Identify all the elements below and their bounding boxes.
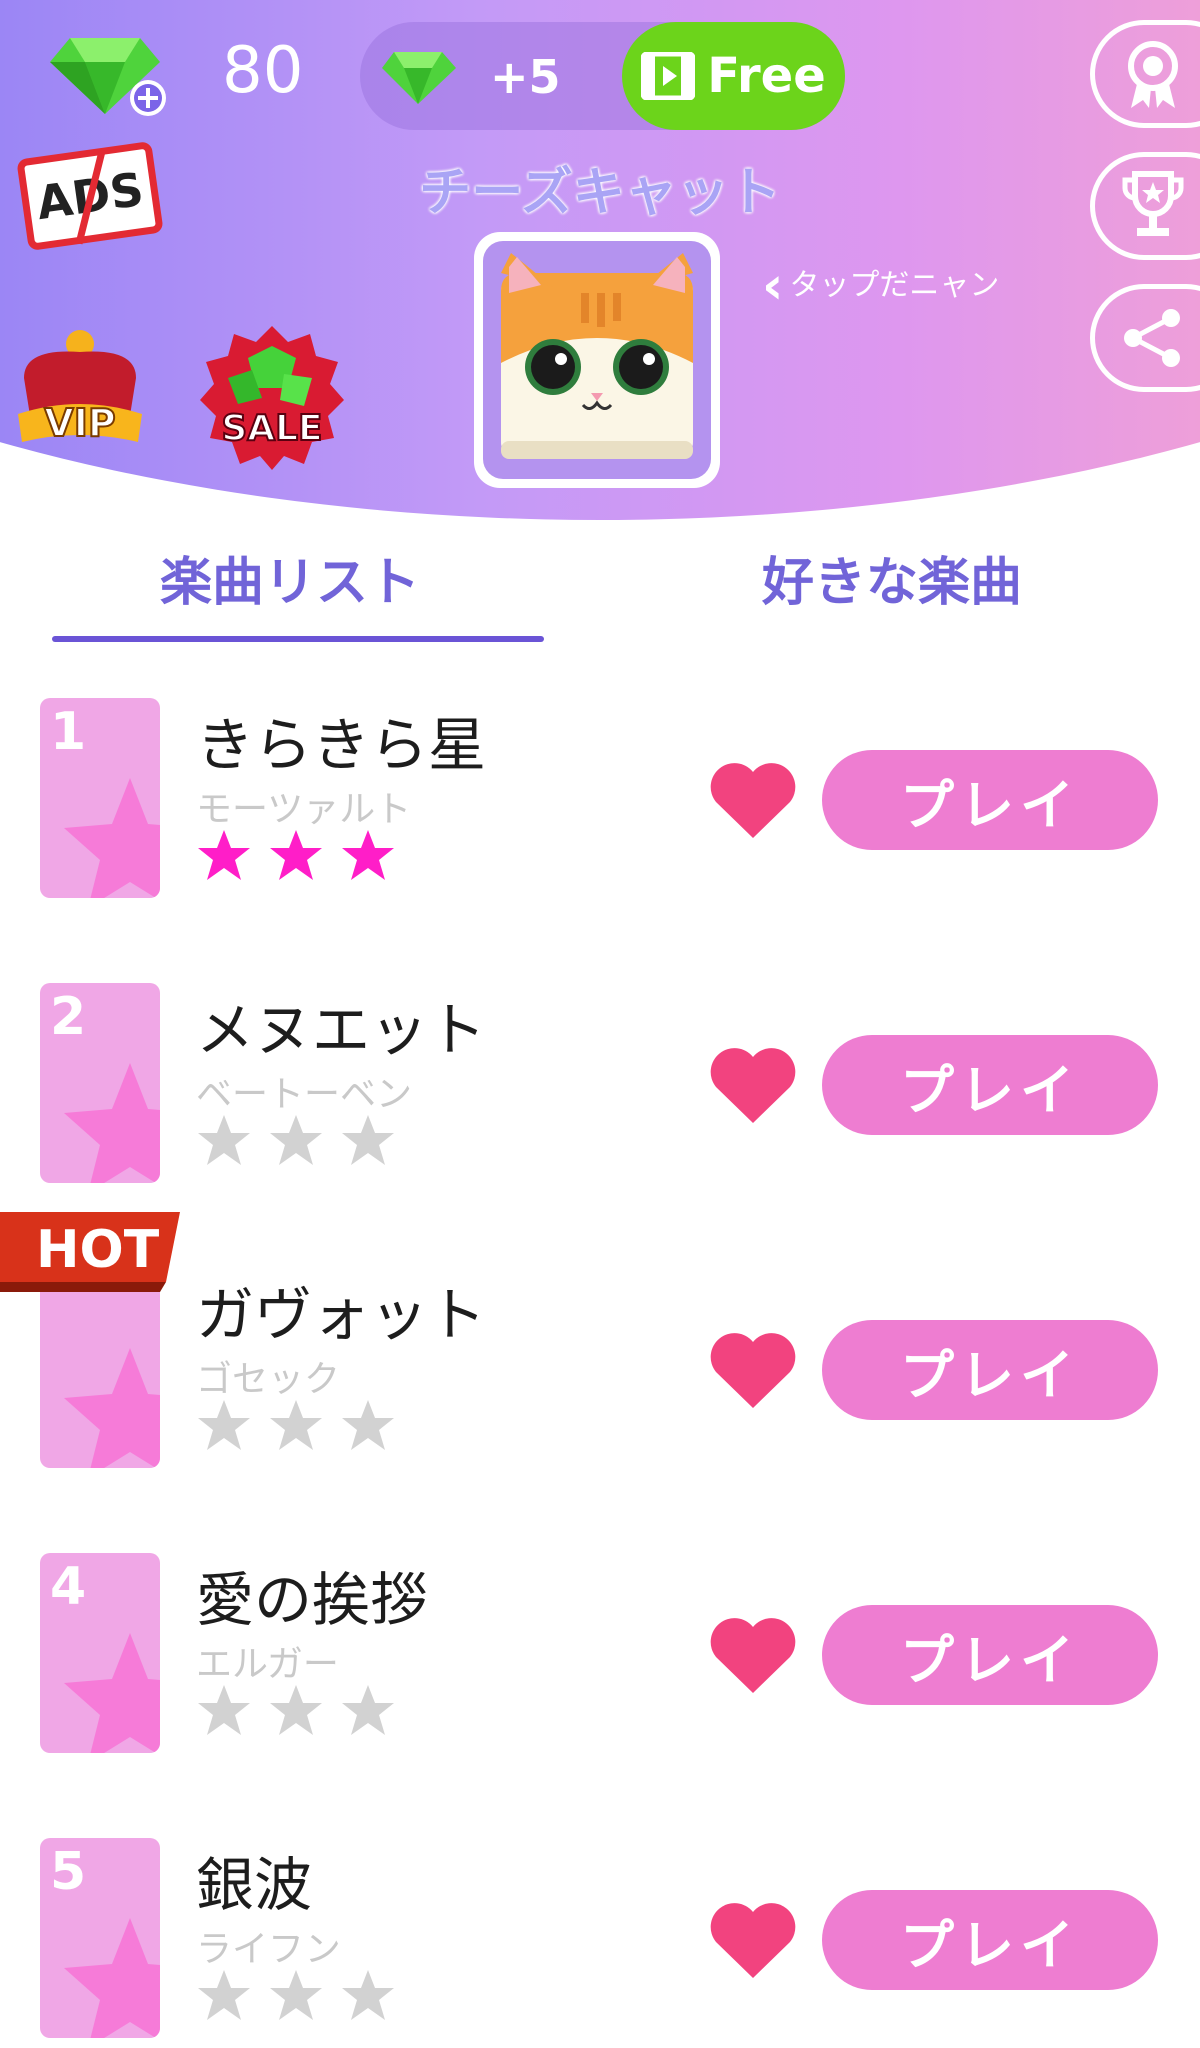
star-empty-icon (270, 1685, 322, 1735)
heart-icon[interactable] (708, 1330, 798, 1410)
medal-icon (1128, 41, 1178, 108)
star-empty-icon (270, 1400, 322, 1450)
avatar-frame (483, 241, 711, 479)
character-avatar-button[interactable] (474, 232, 720, 488)
tab-song-list[interactable]: 楽曲リスト (160, 540, 420, 615)
song-rating (196, 1683, 396, 1737)
vip-crown-icon: VIP (18, 330, 142, 446)
song-artist: ゴセック (196, 1359, 341, 1400)
star-empty-icon (198, 1970, 250, 2020)
song-title: メヌエット (196, 996, 487, 1064)
free-video-button[interactable]: Free (622, 22, 845, 130)
song-thumbnail[interactable]: 2 (40, 983, 160, 1183)
hot-badge: HOT (0, 1212, 180, 1292)
chevron-left-icon: ‹ (762, 256, 784, 316)
plus-icon (130, 80, 166, 116)
song-rating (196, 828, 396, 882)
song-title: ガヴォット (196, 1281, 487, 1349)
song-number: 4 (50, 1557, 87, 1617)
cat-face-icon (501, 253, 693, 459)
song-title: 愛の挨拶 (196, 1566, 429, 1634)
tap-hint: ‹ タップだニャン (762, 256, 999, 316)
song-thumbnail[interactable]: 5 (40, 1838, 160, 2038)
gem-icon (382, 52, 456, 104)
song-title: 銀波 (196, 1851, 313, 1919)
add-gems-button[interactable] (50, 28, 170, 118)
video-icon (641, 52, 696, 100)
song-rating (196, 1968, 396, 2022)
trophy-icon (1122, 171, 1184, 236)
star-empty-icon (342, 1970, 394, 2020)
star-empty-icon (342, 1115, 394, 1165)
song-row: 5 銀波 ライフン プレイ (0, 1838, 1200, 2048)
tap-hint-text: タップだニャン (789, 268, 1000, 303)
song-title: きらきら星 (196, 711, 487, 779)
play-button[interactable]: プレイ (822, 1605, 1158, 1705)
hot-label: HOT (36, 1220, 160, 1280)
song-rating (196, 1113, 396, 1167)
song-thumbnail[interactable] (40, 1268, 160, 1468)
sale-button[interactable]: SALE (192, 318, 352, 478)
star-decoration-icon (64, 778, 160, 898)
song-row: 4 愛の挨拶 エルガー プレイ (0, 1553, 1200, 1763)
share-button[interactable] (1090, 284, 1200, 392)
song-thumbnail[interactable]: 4 (40, 1553, 160, 1753)
sale-label: SALE (221, 408, 322, 449)
star-empty-icon (198, 1685, 250, 1735)
active-tab-indicator (52, 636, 544, 642)
play-button[interactable]: プレイ (822, 750, 1158, 850)
achievements-button[interactable] (1090, 20, 1200, 128)
star-decoration-icon (64, 1348, 160, 1468)
star-empty-icon (198, 1115, 250, 1165)
reward-amount: +5 (490, 50, 561, 104)
song-rating (196, 1398, 396, 1452)
vip-button[interactable]: VIP (10, 318, 150, 458)
play-button[interactable]: プレイ (822, 1320, 1158, 1420)
gem-count: 80 (222, 34, 304, 108)
star-decoration-icon (64, 1918, 160, 2038)
song-row: HOT ガヴォット ゴセック プレイ (0, 1212, 1200, 1478)
song-artist: エルガー (196, 1644, 339, 1685)
tab-favorite-songs[interactable]: 好きな楽曲 (762, 540, 1022, 615)
star-empty-icon (342, 1685, 394, 1735)
share-icon (1124, 309, 1180, 367)
star-empty-icon (270, 1115, 322, 1165)
star-filled-icon (270, 830, 322, 880)
song-artist: ライフン (196, 1929, 341, 1970)
free-label: Free (707, 48, 826, 104)
heart-icon[interactable] (708, 760, 798, 840)
star-filled-icon (198, 830, 250, 880)
watch-ad-reward[interactable]: +5 Free (360, 22, 845, 130)
heart-icon[interactable] (708, 1900, 798, 1980)
star-empty-icon (342, 1400, 394, 1450)
song-row: 1 きらきら星 モーツァルト プレイ (0, 698, 1200, 908)
star-decoration-icon (64, 1633, 160, 1753)
leaderboard-button[interactable] (1090, 152, 1200, 260)
song-row: 2 メヌエット ベートーベン プレイ (0, 983, 1200, 1193)
song-thumbnail[interactable]: 1 (40, 698, 160, 898)
song-number: 1 (50, 702, 87, 762)
heart-icon[interactable] (708, 1045, 798, 1125)
song-artist: ベートーベン (196, 1074, 413, 1115)
sale-badge-icon: SALE (200, 326, 344, 470)
star-empty-icon (270, 1970, 322, 2020)
vip-label: VIP (44, 401, 115, 445)
play-button[interactable]: プレイ (822, 1035, 1158, 1135)
star-filled-icon (342, 830, 394, 880)
star-empty-icon (198, 1400, 250, 1450)
song-number: 5 (50, 1842, 87, 1902)
remove-ads-button[interactable]: ADS (16, 140, 164, 252)
song-artist: モーツァルト (196, 789, 412, 830)
star-decoration-icon (64, 1063, 160, 1183)
play-button[interactable]: プレイ (822, 1890, 1158, 1990)
character-name: チーズキャット (419, 163, 781, 223)
heart-icon[interactable] (708, 1615, 798, 1695)
song-number: 2 (50, 987, 87, 1047)
